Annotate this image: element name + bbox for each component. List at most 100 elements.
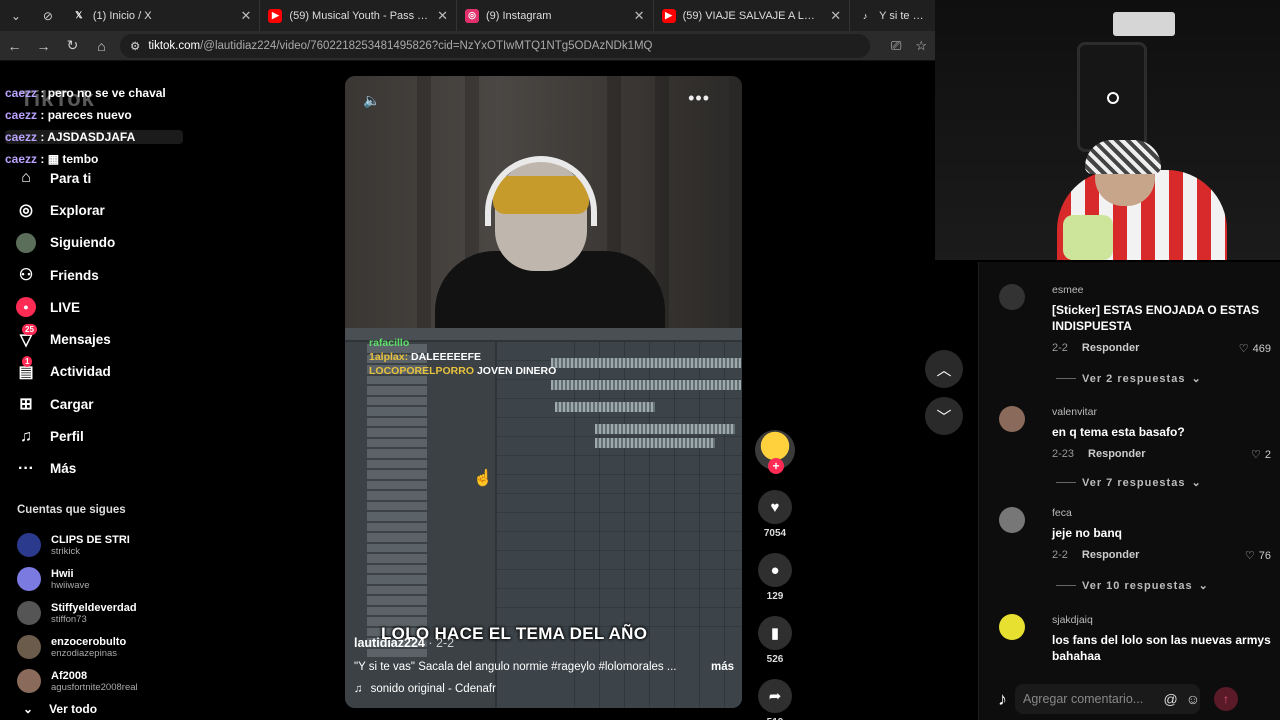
following-avatar-icon — [16, 232, 36, 253]
avatar — [999, 406, 1025, 432]
save-button[interactable]: ▮ — [758, 616, 792, 650]
heart-outline-icon: ♡ — [1244, 550, 1255, 562]
profile-icon: ♫ — [20, 427, 32, 445]
following-item[interactable]: CLIPS DE STRI strikick — [17, 528, 138, 562]
messages-badge: 25 — [22, 323, 37, 335]
video-sound[interactable]: ♫ sonido original - Cdenafr — [354, 683, 496, 695]
browser-tab[interactable]: ◎ (9) Instagram ✕ — [457, 0, 654, 31]
comment-button[interactable]: ● — [758, 553, 792, 587]
follow-plus-icon[interactable]: + — [768, 458, 784, 474]
sidebar-item-live[interactable]: ● LIVE — [16, 291, 115, 323]
heart-outline-icon: ♡ — [1251, 449, 1261, 461]
sidebar-menu: ⌂ Para ti ◎ Explorar Siguiendo ⚇ Friends ● L… — [16, 162, 115, 485]
x-logo-icon: 𝕏 — [75, 10, 83, 20]
browser-tab[interactable]: 𝕏 (1) Inicio / X ✕ — [64, 0, 261, 31]
like-count: 7054 — [763, 528, 787, 539]
creator-avatar[interactable]: + — [755, 430, 795, 474]
comment-user[interactable]: sjakdjaiq — [1052, 614, 1093, 626]
video-player[interactable]: rafacillo 1alplax: DALEEEEEFE LOCOPORELP… — [345, 76, 742, 708]
chevron-down-icon: ⌄ — [23, 702, 34, 716]
like-button[interactable]: ♥ — [758, 490, 792, 524]
sidebar-item-friends[interactable]: ⚇ Friends — [16, 259, 115, 291]
avatar — [17, 567, 41, 591]
activity-icon: ▤ 1 — [18, 355, 34, 381]
volume-icon[interactable]: 🔈 — [363, 92, 380, 109]
bookmark-star-icon[interactable]: ☆ — [915, 38, 927, 54]
reply-button[interactable]: Responder — [1082, 342, 1139, 354]
avatar — [999, 284, 1025, 310]
avatar — [999, 507, 1025, 533]
comment-like-button[interactable]: ♡ 76 — [1244, 549, 1271, 563]
close-tab-icon[interactable]: ✕ — [437, 8, 448, 24]
chat-message: caezz : pero no se ve chaval — [5, 86, 166, 100]
back-icon[interactable]: ← — [0, 31, 29, 61]
more-description-button[interactable]: más — [711, 661, 734, 673]
comment-like-button[interactable]: ♡ 2 — [1251, 448, 1271, 462]
sidebar-item-cargar[interactable]: ⊞ Cargar — [16, 388, 115, 420]
streamer-webcam — [935, 0, 1280, 260]
view-replies-button[interactable]: Ver 2 respuestas ⌄ — [1056, 372, 1227, 385]
comment-input[interactable]: Agregar comentario... @ ☺ — [1015, 684, 1200, 714]
following-item[interactable]: Stiffyeldeverdad stiffon73 — [17, 596, 138, 630]
avatar — [999, 614, 1025, 640]
following-item[interactable]: enzocerobulto enzodiazepinas — [17, 630, 138, 664]
close-tab-icon[interactable]: ✕ — [241, 8, 252, 24]
sidebar-item-actividad[interactable]: ▤ 1 Actividad — [16, 355, 115, 388]
close-tab-icon[interactable]: ✕ — [634, 8, 645, 24]
next-video-button[interactable]: ﹀ — [925, 397, 963, 435]
more-options-icon[interactable]: ••• — [688, 88, 710, 109]
close-tab-icon[interactable]: ✕ — [830, 8, 841, 24]
forward-icon[interactable]: → — [29, 31, 58, 61]
stream-chat-overlay: caezz : pero no se ve chaval caezz : par… — [5, 82, 184, 170]
emoji-icon[interactable]: ☺ — [1186, 691, 1200, 707]
comment-text: [Sticker] ESTAS ENOJADA O ESTAS INDISPUE… — [1052, 303, 1260, 333]
install-app-icon[interactable]: ⎚ — [891, 38, 901, 54]
comment-user[interactable]: esmee — [1052, 284, 1084, 296]
send-comment-button[interactable]: ↑ — [1214, 687, 1238, 711]
tab-list-chevron-icon[interactable]: ⌄ — [0, 0, 32, 31]
live-icon: ● — [16, 297, 36, 318]
chevron-down-icon: ⌄ — [1191, 477, 1202, 489]
save-count: 526 — [766, 654, 784, 665]
browser-tab[interactable]: ▶ (59) Musical Youth - Pass The D ✕ — [260, 0, 457, 31]
mention-icon[interactable]: @ — [1163, 691, 1177, 707]
comment-like-button[interactable]: ♡ 469 — [1239, 342, 1271, 356]
bookmark-icon: ▮ — [770, 625, 780, 642]
view-replies-button[interactable]: Ver 7 respuestas ⌄ — [1056, 476, 1227, 489]
comment-user[interactable]: feca — [1052, 507, 1072, 519]
sidebar-item-mas[interactable]: ··· Más — [16, 453, 115, 485]
reply-button[interactable]: Responder — [1082, 549, 1139, 561]
reload-icon[interactable]: ↻ — [58, 31, 87, 61]
previous-video-button[interactable]: ︿ — [925, 350, 963, 388]
sidebar-item-siguiendo[interactable]: Siguiendo — [16, 227, 115, 259]
comment-user[interactable]: valenvitar — [1052, 406, 1097, 418]
video-description: "Y si te vas" Sacala del angulo normie #… — [354, 661, 734, 673]
activity-badge: 1 — [22, 355, 33, 367]
video-actions: + ♥7054 ●129 ▮526 ➦519 — [753, 430, 797, 720]
reply-button[interactable]: Responder — [1088, 448, 1145, 460]
following-item[interactable]: Af2008 agusfortnite2008real — [17, 664, 138, 698]
home-icon: ⌂ — [21, 169, 31, 187]
chevron-down-icon: ⌄ — [1198, 580, 1209, 592]
browser-tab-active[interactable]: ♪ Y si te vas: Nu — [850, 0, 935, 31]
compass-icon: ◎ — [19, 202, 33, 220]
video-author[interactable]: lautidiaz224 · 2-2 — [354, 636, 454, 650]
share-button[interactable]: ➦ — [758, 679, 792, 713]
tiktok-emote-icon[interactable]: ♪ — [998, 689, 1007, 710]
chevron-up-icon: ︿ — [936, 361, 952, 379]
following-header: Cuentas que sigues — [17, 504, 126, 516]
see-all-button[interactable]: ⌄ Ver todo — [23, 702, 97, 716]
mute-icon[interactable]: ⊘ — [32, 0, 64, 31]
view-replies-button[interactable]: Ver 10 respuestas ⌄ — [1056, 579, 1227, 592]
site-info-icon[interactable]: ⚙ — [130, 39, 140, 53]
sidebar-item-perfil[interactable]: ♫ Perfil — [16, 420, 115, 452]
browser-tab[interactable]: ▶ (59) VIAJE SALVAJE A LOS CULT ✕ — [654, 0, 851, 31]
browser-tab-bar: ⌄ ⊘ 𝕏 (1) Inicio / X ✕ ▶ (59) Musical Yo… — [0, 0, 935, 31]
address-bar: ← → ↻ ⌂ ⚙ tiktok.com/@lautidiaz224/video… — [0, 31, 935, 61]
following-item[interactable]: Hwii hwiiwave — [17, 562, 138, 596]
sidebar-item-para-ti[interactable]: ⌂ Para ti — [16, 162, 115, 194]
sidebar-item-explorar[interactable]: ◎ Explorar — [16, 194, 115, 226]
url-field[interactable]: ⚙ tiktok.com/@lautidiaz224/video/7602218… — [120, 33, 870, 58]
sidebar-item-mensajes[interactable]: ▽ 25 Mensajes — [16, 323, 115, 355]
home-icon[interactable]: ⌂ — [87, 31, 116, 61]
